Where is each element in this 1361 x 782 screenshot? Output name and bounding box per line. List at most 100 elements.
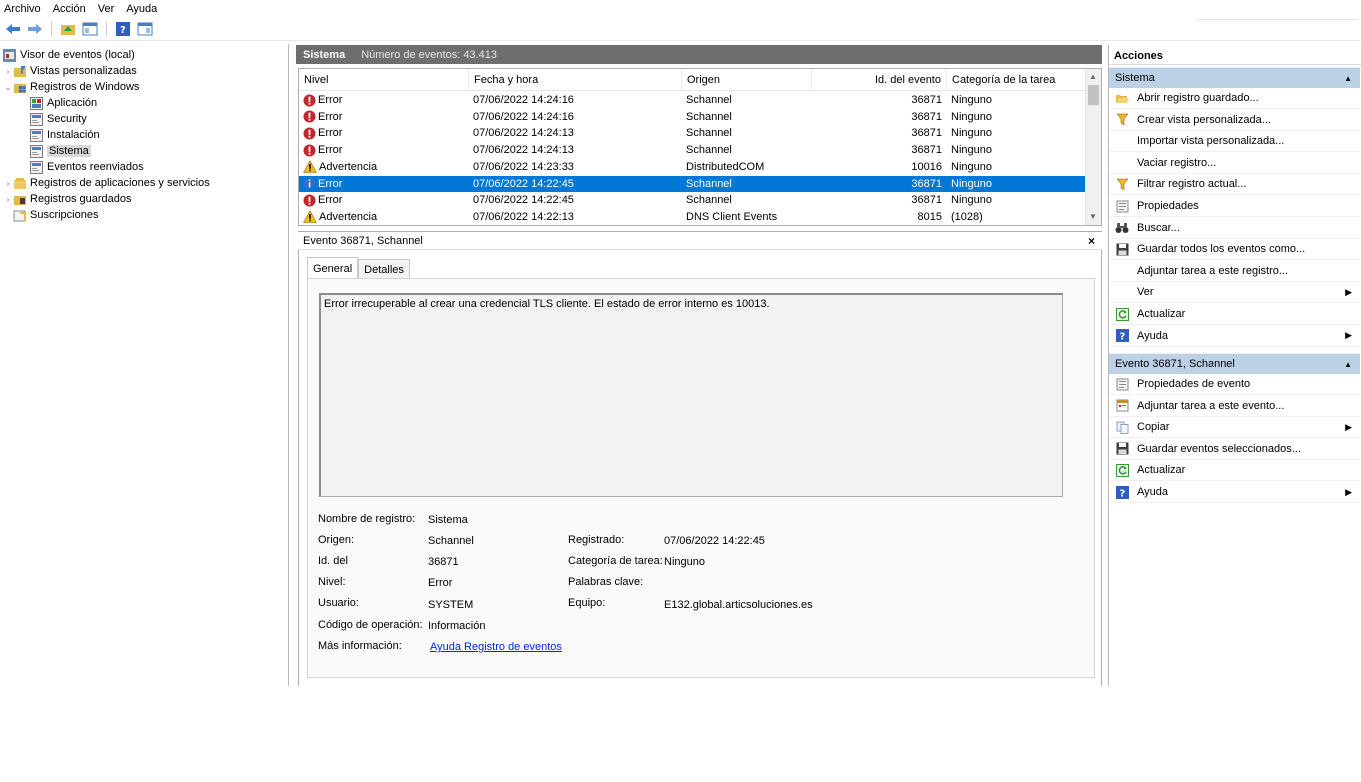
action-pane-icon[interactable]	[136, 20, 154, 38]
tree-item-2[interactable]: ⌄ Registros de Windows	[0, 79, 288, 95]
help-icon: ?	[1115, 485, 1129, 499]
table-row[interactable]: Error 07/06/2022 14:24:13 Schannel 36871 Nin…	[299, 142, 1085, 158]
label-more-info: Más información:	[318, 640, 402, 652]
event-message[interactable]: Error irrecuperable al crear una credenc…	[319, 293, 1063, 497]
tree-root[interactable]: Visor de eventos (local)	[0, 47, 288, 63]
tab-detalles[interactable]: Detalles	[358, 259, 410, 279]
chevron-right-icon[interactable]: ›	[3, 179, 13, 188]
more-info-link[interactable]: Ayuda Registro de eventos	[430, 641, 562, 653]
actions-section-evento[interactable]: Evento 36871, Schannel ▲	[1109, 353, 1360, 374]
cell-level: Error	[299, 177, 469, 190]
table-row[interactable]: Error 07/06/2022 14:22:45 Schannel 36871 Nin…	[299, 192, 1085, 208]
table-row[interactable]: Error 07/06/2022 14:24:16 Schannel 36871 Nin…	[299, 109, 1085, 125]
collapse-icon[interactable]: ▲	[1344, 360, 1352, 369]
cell-id: 36871	[911, 194, 942, 207]
close-icon[interactable]: ×	[1088, 234, 1095, 248]
label-source: Origen:	[318, 534, 355, 546]
label-computer: Equipo:	[568, 597, 606, 609]
error-icon	[303, 127, 316, 140]
table-row[interactable]: Error 07/06/2022 14:24:13 Schannel 36871 Nin…	[299, 125, 1085, 141]
action-item[interactable]: Adjuntar tarea a este evento...	[1109, 396, 1360, 417]
action-item[interactable]: Copiar ▶	[1109, 417, 1360, 439]
table-row[interactable]: Error 07/06/2022 14:24:16 Schannel 36871 Nin…	[299, 92, 1085, 108]
column-fecha[interactable]: Fecha y hora	[469, 69, 682, 91]
chevron-right-icon[interactable]: ›	[3, 195, 13, 204]
table-row[interactable]: Advertencia 07/06/2022 14:22:13 DNS Client…	[299, 209, 1085, 225]
actions-section-sistema[interactable]: Sistema ▲	[1109, 67, 1360, 88]
action-item[interactable]: Vaciar registro...	[1109, 153, 1360, 174]
table-row[interactable]: Error 07/06/2022 14:22:45 Schannel 36871 Nin…	[299, 175, 1085, 192]
table-row[interactable]: Advertencia 07/06/2022 14:23:33 Distribute…	[299, 159, 1085, 175]
tree-item-3[interactable]: Aplicación	[0, 95, 288, 111]
action-item[interactable]: Guardar todos los eventos como...	[1109, 239, 1360, 261]
toolbar-separator	[106, 20, 107, 37]
saved-logs-icon	[13, 193, 27, 206]
submenu-arrow-icon: ▶	[1345, 486, 1352, 497]
level-text: Error	[318, 177, 343, 190]
menu-ayuda[interactable]: Ayuda	[126, 3, 157, 15]
chevron-right-icon[interactable]: ›	[3, 67, 13, 76]
tree-item-6[interactable]: Sistema	[0, 143, 288, 159]
event-list-scrollbar[interactable]: ▲ ▼	[1085, 69, 1101, 225]
scroll-down-icon[interactable]: ▼	[1089, 212, 1097, 221]
submenu-arrow-icon: ▶	[1345, 421, 1352, 432]
action-label: Abrir registro guardado...	[1137, 92, 1259, 104]
menu-ver[interactable]: Ver	[98, 3, 115, 15]
menu-accion[interactable]: Acción	[53, 3, 86, 15]
column-nivel[interactable]: Nivel	[299, 69, 469, 91]
action-item[interactable]: Filtrar registro actual...	[1109, 174, 1360, 196]
help-icon[interactable]: ?	[114, 20, 132, 38]
action-label: Adjuntar tarea a este registro...	[1137, 264, 1289, 277]
action-item[interactable]: Actualizar	[1109, 304, 1360, 325]
tree-item-8[interactable]: › Registros de aplicaciones y servicios	[0, 175, 288, 191]
action-item[interactable]: ? Ayuda ▶	[1109, 482, 1360, 503]
tree-item-9[interactable]: › Registros guardados	[0, 191, 288, 207]
action-label: Vaciar registro...	[1137, 156, 1217, 169]
cell-category: Ninguno	[951, 127, 992, 140]
scroll-up-icon[interactable]: ▲	[1089, 72, 1097, 81]
action-item[interactable]: Adjuntar tarea a este registro...	[1109, 261, 1360, 282]
tree-item-7[interactable]: Eventos reenviados	[0, 159, 288, 175]
log-app-icon	[30, 96, 44, 110]
action-label: Propiedades de evento	[1137, 378, 1251, 390]
cell-level: Error	[299, 110, 469, 123]
value-opcode: Información	[428, 620, 486, 632]
event-detail-header: Evento 36871, Schannel ×	[298, 231, 1102, 250]
console-tree-icon[interactable]	[81, 20, 99, 38]
column-origen[interactable]: Origen	[682, 69, 812, 91]
general-tab-panel: Error irrecuperable al crear una credenc…	[307, 278, 1095, 678]
action-item[interactable]: Actualizar	[1109, 460, 1360, 482]
action-item[interactable]: Propiedades de evento	[1109, 374, 1360, 395]
action-item[interactable]: Importar vista personalizada...	[1109, 131, 1360, 153]
log-icon	[30, 112, 44, 126]
back-arrow-icon[interactable]	[4, 20, 22, 38]
up-folder-icon[interactable]	[59, 20, 77, 38]
cell-source: Schannel	[686, 110, 732, 123]
tab-general[interactable]: General	[307, 257, 359, 279]
log-icon	[30, 128, 44, 142]
action-item[interactable]: Propiedades	[1109, 196, 1360, 217]
column-id[interactable]: Id. del evento	[812, 69, 947, 91]
action-item[interactable]: Crear vista personalizada...	[1109, 110, 1360, 131]
scroll-thumb[interactable]	[1088, 85, 1099, 105]
action-item[interactable]: Buscar...	[1109, 218, 1360, 239]
chevron-down-icon[interactable]: ⌄	[3, 83, 13, 92]
label-task-category: Categoría de tarea:	[568, 555, 663, 567]
tree-item-10[interactable]: Suscripciones	[0, 207, 288, 223]
menu-archivo[interactable]: Archivo	[4, 3, 41, 15]
level-text: Advertencia	[319, 160, 378, 173]
warning-icon	[303, 160, 317, 173]
action-item[interactable]: Abrir registro guardado...	[1109, 88, 1360, 109]
tree-item-5[interactable]: Instalación	[0, 127, 288, 143]
tree-item-4[interactable]: Security	[0, 111, 288, 127]
cell-date: 07/06/2022 14:24:13	[473, 127, 574, 140]
action-item[interactable]: Guardar eventos seleccionados...	[1109, 439, 1360, 460]
action-label: Importar vista personalizada...	[1137, 135, 1285, 148]
action-item[interactable]: ? Ayuda ▶	[1109, 326, 1360, 347]
action-item[interactable]: Ver ▶	[1109, 282, 1360, 304]
tree-item-1[interactable]: › Vistas personalizadas	[0, 63, 288, 79]
forward-arrow-icon[interactable]	[26, 20, 44, 38]
collapse-icon[interactable]: ▲	[1344, 74, 1352, 83]
action-label: Guardar todos los eventos como...	[1137, 243, 1306, 256]
column-categoria[interactable]: Categoría de la tarea	[947, 69, 1085, 91]
